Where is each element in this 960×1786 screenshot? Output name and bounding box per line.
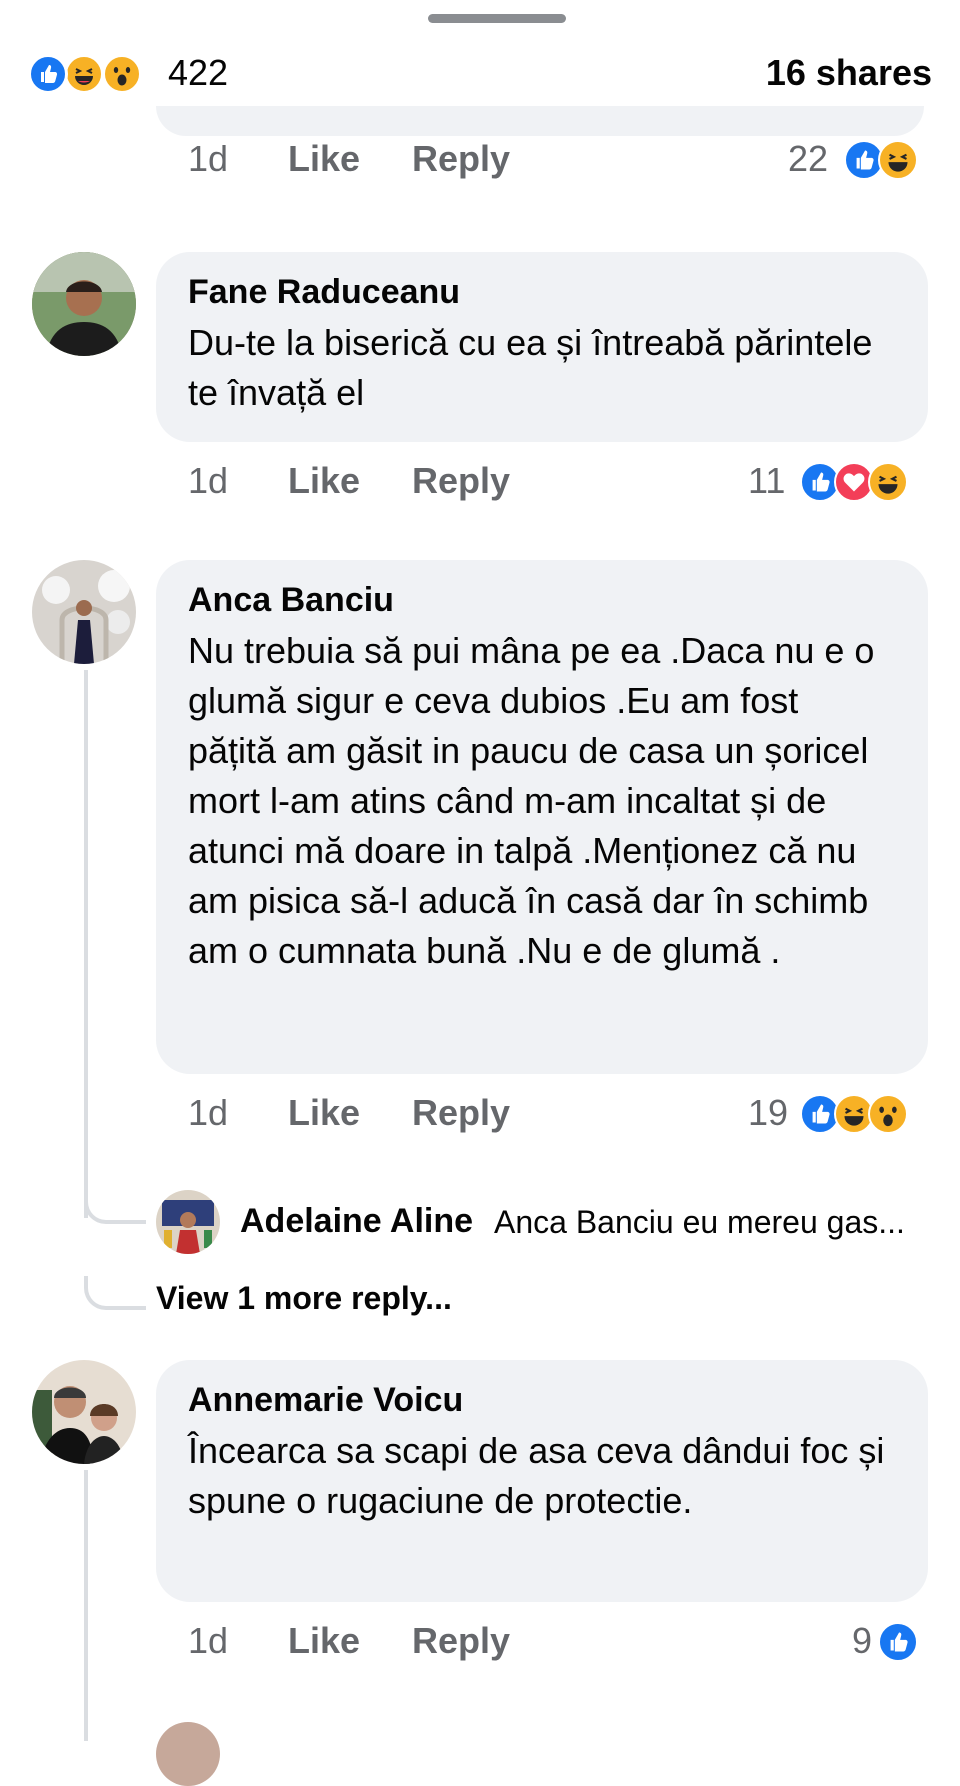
comment-actions: 1d Like Reply 22 — [188, 138, 932, 186]
comment-time[interactable]: 1d — [188, 1620, 228, 1662]
like-button[interactable]: Like — [288, 138, 360, 180]
reaction-count[interactable]: 422 — [168, 52, 228, 94]
comment-author[interactable]: Anca Banciu — [188, 578, 900, 622]
avatar[interactable] — [32, 1360, 136, 1464]
haha-icon — [64, 54, 104, 94]
comment-time[interactable]: 1d — [188, 138, 228, 180]
wow-icon — [868, 1094, 908, 1134]
comment-actions: 1d Like Reply 11 — [188, 460, 932, 508]
sheet-drag-handle[interactable] — [428, 14, 566, 23]
reply-text: Anca Banciu eu mereu gas... — [494, 1204, 905, 1240]
wow-icon — [102, 54, 142, 94]
view-more-replies-link[interactable]: View 1 more reply... — [156, 1280, 452, 1317]
reply-button[interactable]: Reply — [412, 138, 510, 180]
haha-icon — [868, 462, 908, 502]
haha-icon — [878, 140, 918, 180]
comment-time[interactable]: 1d — [188, 1092, 228, 1134]
reply-preview[interactable]: Adelaine Aline Anca Banciu eu mereu gas.… — [156, 1190, 936, 1256]
avatar[interactable] — [32, 560, 136, 664]
like-icon — [878, 1622, 918, 1662]
avatar[interactable] — [156, 1190, 220, 1254]
thread-line — [84, 1470, 88, 1741]
thread-branch — [84, 1194, 146, 1224]
comment-actions: 1d Like Reply 19 — [188, 1092, 932, 1140]
comment-text: Du-te la biserică cu ea și întreabă pări… — [188, 322, 873, 413]
comment-reaction-count[interactable]: 9 — [852, 1620, 872, 1662]
avatar[interactable] — [32, 252, 136, 356]
comment-text: Încearca sa scapi de asa ceva dândui foc… — [188, 1430, 885, 1521]
thread-branch — [84, 1276, 146, 1310]
like-icon — [28, 54, 68, 94]
reply-button[interactable]: Reply — [412, 1620, 510, 1662]
avatar[interactable] — [156, 1722, 220, 1786]
reply-author[interactable]: Adelaine Aline — [240, 1202, 473, 1241]
comment-reaction-count[interactable]: 19 — [748, 1092, 788, 1134]
comment-reaction-count[interactable]: 22 — [788, 138, 828, 180]
reply-button[interactable]: Reply — [412, 1092, 510, 1134]
shares-count[interactable]: 16 shares — [766, 52, 932, 94]
like-button[interactable]: Like — [288, 1620, 360, 1662]
reply-button[interactable]: Reply — [412, 460, 510, 502]
comment-text: Nu trebuia să pui mâna pe ea .Daca nu e … — [188, 630, 875, 971]
comment-bubble: Fane Raduceanu Du-te la biserică cu ea ș… — [156, 252, 928, 442]
comment-bubble: Annemarie Voicu Încearca sa scapi de asa… — [156, 1360, 928, 1602]
comment-bubble: Anca Banciu Nu trebuia să pui mâna pe ea… — [156, 560, 928, 1074]
comment-actions: 1d Like Reply 9 — [188, 1620, 932, 1668]
comment-author[interactable]: Fane Raduceanu — [188, 270, 900, 314]
previous-comment-bubble — [156, 106, 924, 136]
reaction-summary[interactable]: 422 16 shares — [28, 50, 932, 96]
comment-time[interactable]: 1d — [188, 460, 228, 502]
thread-line — [84, 670, 88, 1218]
like-button[interactable]: Like — [288, 1092, 360, 1134]
comment-author[interactable]: Annemarie Voicu — [188, 1378, 900, 1422]
comment-reaction-count[interactable]: 11 — [748, 460, 785, 502]
like-button[interactable]: Like — [288, 460, 360, 502]
